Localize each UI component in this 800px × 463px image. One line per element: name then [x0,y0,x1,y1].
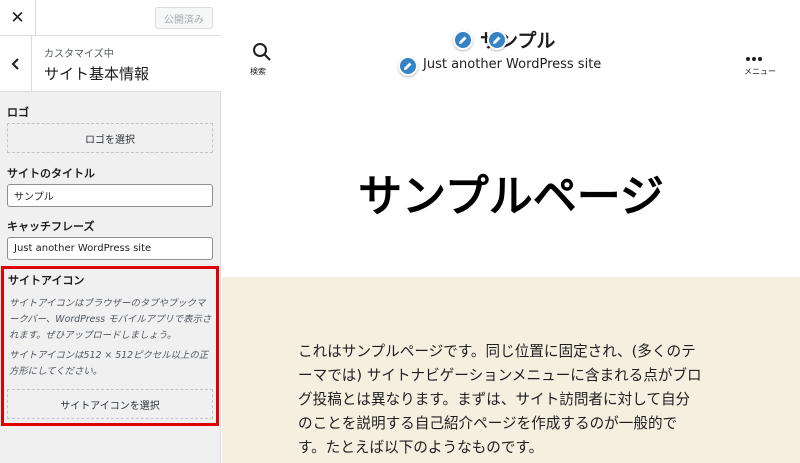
search-button[interactable] [250,42,274,62]
close-customizer-button[interactable]: ✕ [0,0,36,36]
customizer-panel: ✕ 公開済み カスタマイズ中 サイト基本情報 ロゴ ロゴを選択 サイトのタイトル… [0,0,221,463]
menu-button[interactable] [746,46,764,65]
search-icon [253,43,271,61]
page-body-text: これはサンプルページです。同じ位置に固定され、(多くのテ ーマでは) サイトナビ… [298,343,702,456]
edit-site-title-shortcut-2[interactable] [487,30,507,50]
edit-tagline-shortcut[interactable] [398,56,418,76]
site-icon-size-note: サイトアイコンは512 × 512ピクセル以上の正 方形にしてください。 [9,350,209,377]
search-label: 検索 [250,67,266,76]
preview-tagline: Just another WordPress site [423,57,602,72]
edit-site-title-shortcut[interactable] [453,30,473,50]
pencil-icon [459,36,467,44]
site-preview: 検索 メニュー サンプル Just another WordPress site… [222,0,800,463]
chevron-left-icon [11,58,19,70]
back-button[interactable] [0,36,32,92]
publish-button[interactable]: 公開済み [155,7,213,29]
menu-dots-icon [746,57,750,61]
section-header: カスタマイズ中 サイト基本情報 [0,36,221,92]
breadcrumb: カスタマイズ中 [44,49,114,60]
pencil-icon [404,62,412,70]
section-title: サイト基本情報 [44,65,150,83]
pencil-icon [493,36,501,44]
site-title-label: サイトのタイトル [7,167,95,180]
menu-label: メニュー [744,67,776,76]
page-heading: サンプルページ [358,171,664,222]
site-icon-section: サイトアイコン サイトアイコンはブラウザーのタブやブックマ ークバー、WordP… [1,266,219,426]
tagline-input[interactable]: Just another WordPress site [7,237,213,260]
site-title-input[interactable]: サンプル [7,184,213,207]
site-icon-description: サイトアイコンはブラウザーのタブやブックマ ークバー、WordPress モバイ… [9,298,212,341]
select-site-icon-button[interactable]: サイトアイコンを選択 [7,389,213,419]
page-content: これはサンプルページです。同じ位置に固定され、(多くのテ ーマでは) サイトナビ… [222,277,800,463]
site-icon-label: サイトアイコン [8,274,85,287]
tagline-label: キャッチフレーズ [7,220,95,233]
customizer-topbar: ✕ 公開済み [0,0,221,36]
close-icon: ✕ [10,8,25,28]
select-logo-button[interactable]: ロゴを選択 [7,123,213,153]
logo-label: ロゴ [7,106,29,119]
